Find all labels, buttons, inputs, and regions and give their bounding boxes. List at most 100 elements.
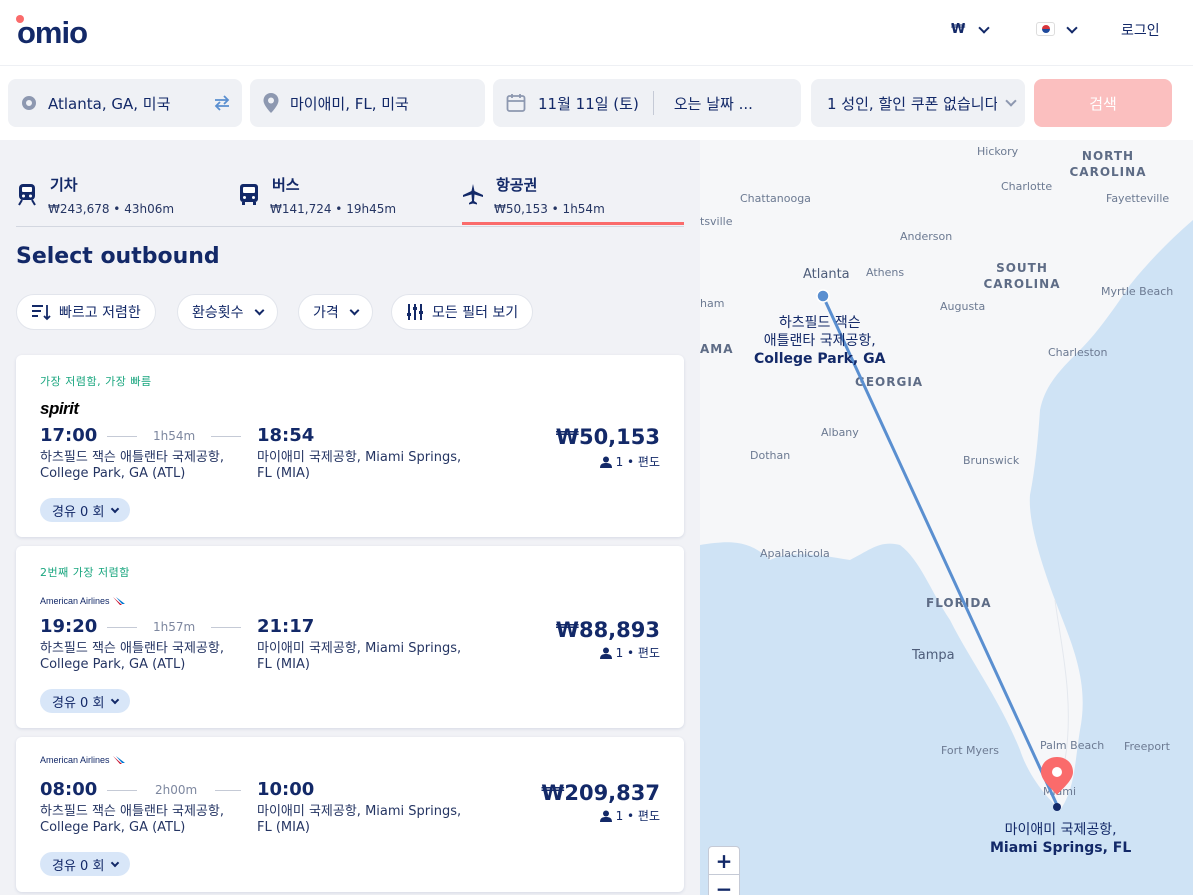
origin-airport-label: 하츠필드 잭슨 애틀랜타 국제공항, College Park, GA [754, 314, 885, 368]
duration-line [215, 790, 241, 791]
map-label-city: Miami [1043, 785, 1077, 798]
date-field[interactable]: 11월 11일 (토) 오는 날짜 ... [493, 79, 801, 127]
tab-flights[interactable]: 항공권 ₩50,153 • 1h54m [462, 170, 684, 227]
omio-logo[interactable]: omio [17, 15, 88, 51]
american-airlines-mark-icon [112, 597, 125, 605]
zoom-out-button[interactable]: − [709, 875, 739, 895]
origin-airport-line: 애틀랜타 국제공항, [763, 333, 876, 349]
transfers-filter-label: 환승횟수 [192, 305, 244, 321]
duration: 2h00m [155, 783, 198, 797]
chevron-down-icon [254, 305, 264, 315]
route-map[interactable]: Hickory Charlotte Fayetteville Chattanoo… [700, 140, 1193, 895]
depart-date[interactable]: 11월 11일 (토) [538, 93, 639, 114]
stops-toggle[interactable]: 경유 0 회 [40, 852, 131, 876]
search-bar: Atlanta, GA, 미국 마이애미, FL, 미국 11월 11일 (토)… [0, 66, 1193, 140]
result-tag: 2번째 가장 저렴함 [40, 566, 130, 579]
chevron-down-icon [349, 305, 360, 315]
tab-bus[interactable]: 버스 ₩141,724 • 19h45m [238, 170, 448, 227]
map-label-city: Tampa [912, 648, 955, 663]
person-icon [599, 810, 612, 822]
tab-flights-info: ₩50,153 • 1h54m [494, 202, 605, 216]
transfers-filter-button[interactable]: 환승횟수 [177, 294, 278, 330]
map-label-city: Anderson [900, 230, 953, 243]
page-title: Select outbound [16, 244, 220, 269]
plane-icon [463, 184, 483, 205]
map-label-city: Hickory [977, 145, 1019, 158]
destination-value: 마이애미, FL, 미국 [290, 94, 409, 113]
sort-filter-label: 빠르고 저렴한 [59, 305, 141, 321]
results-panel: 기차 ₩243,678 • 43h06m 버스 ₩141,724 • 19h45… [0, 140, 700, 895]
map-label-state: AMA [700, 342, 734, 356]
origin-airport-line: 하츠필드 잭슨 [778, 315, 861, 331]
map-label-city: Fayetteville [1106, 192, 1170, 205]
top-header: omio ₩ 로그인 [0, 0, 1193, 66]
passengers-field[interactable]: 1 성인, 할인 쿠폰 없습니다 [811, 79, 1025, 127]
result-card[interactable]: 가장 저렴함, 가장 빠름 spirit 17:00 1h54m 18:54 하… [16, 355, 684, 537]
map-label-city: Chattanooga [740, 192, 811, 205]
person-icon [599, 456, 612, 468]
map-label-city: tsville [700, 215, 733, 228]
map-label-state: GEORGIA [855, 375, 924, 389]
tab-bus-label: 버스 [272, 176, 300, 194]
tab-flights-label: 항공권 [496, 176, 538, 194]
tab-train[interactable]: 기차 ₩243,678 • 43h06m [16, 170, 226, 227]
duration-line [107, 790, 137, 791]
american-airlines-logo: American Airlines [40, 755, 126, 765]
departure-airport: 하츠필드 잭슨 애틀랜타 국제공항, College Park, GA (ATL… [40, 450, 224, 481]
result-card[interactable]: 2번째 가장 저렴함 American Airlines 19:20 1h57m… [16, 546, 684, 728]
korea-flag-icon[interactable] [1036, 22, 1055, 36]
departure-time: 17:00 [40, 425, 98, 446]
all-filters-label: 모든 필터 보기 [432, 305, 519, 321]
stops-label: 경유 0 회 [52, 504, 105, 520]
american-airlines-logo: American Airlines [40, 596, 126, 606]
airline-name: American Airlines [40, 596, 110, 606]
price-filter-label: 가격 [313, 305, 339, 321]
price: ₩88,893 [555, 618, 660, 642]
stops-toggle[interactable]: 경유 0 회 [40, 498, 131, 522]
passenger-info: 1 • 편도 [599, 807, 660, 824]
stops-toggle[interactable]: 경유 0 회 [40, 689, 131, 713]
chevron-down-icon[interactable] [1066, 22, 1078, 34]
passenger-text: 1 • 편도 [615, 455, 660, 469]
duration-line [211, 627, 241, 628]
departure-airport: 하츠필드 잭슨 애틀랜타 국제공항, College Park, GA (ATL… [40, 641, 224, 672]
stops-label: 경유 0 회 [52, 695, 105, 711]
person-icon [599, 647, 612, 659]
sort-filter-button[interactable]: 빠르고 저렴한 [16, 294, 156, 330]
arrival-time: 10:00 [257, 779, 315, 800]
departure-airport: 하츠필드 잭슨 애틀랜타 국제공항, College Park, GA (ATL… [40, 804, 224, 835]
zoom-in-button[interactable]: + [709, 847, 739, 875]
map-label-city: Fort Myers [941, 744, 1000, 757]
map-label-city: Albany [821, 426, 859, 439]
arrival-airport: 마이애미 국제공항, Miami Springs, FL (MIA) [257, 450, 462, 481]
chevron-down-icon[interactable] [978, 22, 990, 34]
arrival-time: 18:54 [257, 425, 315, 446]
result-card[interactable]: American Airlines 08:00 2h00m 10:00 하츠필드… [16, 737, 684, 892]
passenger-text: 1 • 편도 [615, 646, 660, 660]
departure-time: 08:00 [40, 779, 98, 800]
map-label-city: Brunswick [963, 454, 1020, 467]
map-label-city: Palm Beach [1040, 739, 1105, 752]
search-button[interactable]: 검색 [1034, 79, 1172, 127]
tab-train-info: ₩243,678 • 43h06m [48, 202, 175, 216]
date-divider [652, 91, 654, 115]
chevron-down-icon [111, 858, 120, 867]
american-airlines-mark-icon [112, 756, 125, 764]
active-tab-indicator [462, 222, 684, 225]
passenger-info: 1 • 편도 [599, 453, 660, 470]
all-filters-button[interactable]: 모든 필터 보기 [391, 294, 534, 330]
sort-icon [32, 305, 51, 321]
destination-field[interactable]: 마이애미, FL, 미국 [250, 79, 485, 127]
return-date[interactable]: 오는 날짜 ... [674, 93, 753, 114]
arrival-airport: 마이애미 국제공항, Miami Springs, FL (MIA) [257, 804, 462, 835]
currency-selector[interactable]: ₩ [951, 22, 965, 37]
price: ₩50,153 [555, 425, 660, 449]
origin-field[interactable]: Atlanta, GA, 미국 [8, 79, 242, 127]
price-filter-button[interactable]: 가격 [298, 294, 373, 330]
departure-time: 19:20 [40, 616, 98, 637]
swap-icon[interactable] [212, 93, 232, 113]
bus-icon [240, 184, 258, 205]
travel-mode-tabs: 기차 ₩243,678 • 43h06m 버스 ₩141,724 • 19h45… [16, 170, 684, 227]
location-pin-icon [263, 93, 279, 113]
login-link[interactable]: 로그인 [1121, 20, 1160, 40]
